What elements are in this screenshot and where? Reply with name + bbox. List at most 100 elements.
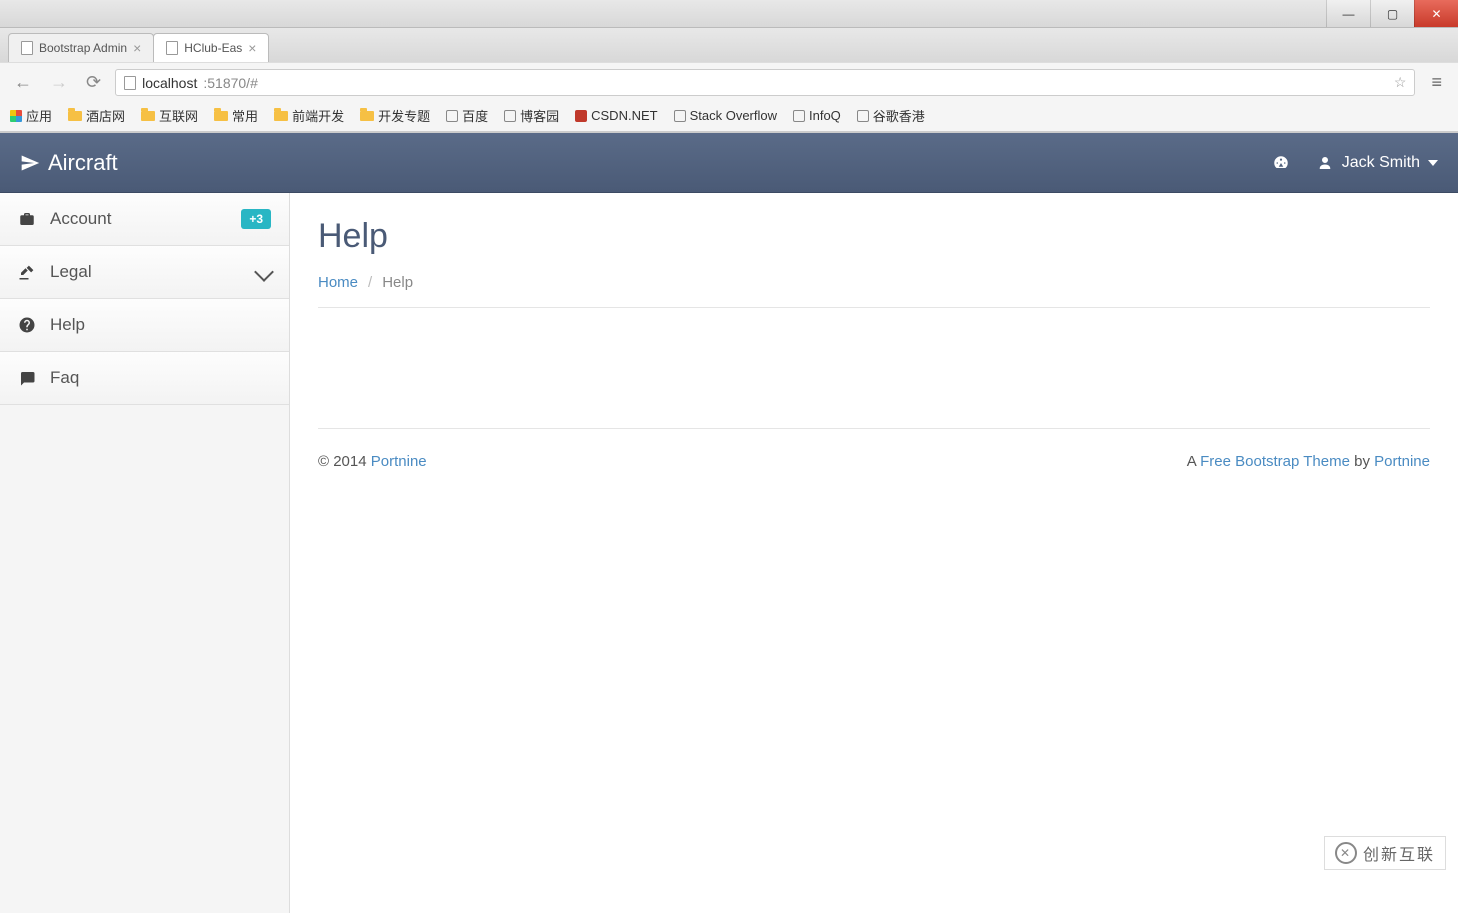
close-icon[interactable]: × (248, 40, 256, 56)
bookmark-label: 谷歌香港 (873, 106, 925, 125)
navbar-right: Jack Smith (1272, 154, 1438, 172)
window-controls: — ▢ ✕ (0, 0, 1458, 28)
window-close-button[interactable]: ✕ (1414, 0, 1458, 27)
sidebar-item-account[interactable]: Account +3 (0, 193, 289, 246)
site-icon (674, 110, 686, 122)
browser-tabs: Bootstrap Admin × HClub-Eas × (0, 28, 1458, 62)
bookmark-label: 应用 (26, 106, 52, 125)
url-host: localhost (142, 75, 197, 91)
watermark-logo-icon (1335, 842, 1357, 864)
bookmark-item[interactable]: Stack Overflow (674, 108, 777, 123)
back-button[interactable]: ← (10, 70, 36, 95)
caret-down-icon (1428, 160, 1438, 166)
footer: © 2014 Portnine A Free Bootstrap Theme b… (318, 428, 1430, 470)
folder-icon (68, 111, 82, 121)
address-row: ← → ⟳ localhost :51870/# ☆ ≡ (0, 62, 1458, 102)
close-icon[interactable]: × (133, 40, 141, 56)
bookmark-item[interactable]: 谷歌香港 (857, 106, 925, 125)
bookmark-label: Stack Overflow (690, 108, 777, 123)
site-icon (857, 110, 869, 122)
browser-tab[interactable]: Bootstrap Admin × (8, 33, 154, 62)
window-minimize-button[interactable]: — (1326, 0, 1370, 27)
copyright-text: © 2014 (318, 453, 371, 470)
bookmark-item[interactable]: 博客园 (504, 106, 559, 125)
bookmark-item[interactable]: 互联网 (141, 106, 198, 125)
comment-icon (18, 369, 36, 387)
dashboard-icon (1272, 154, 1290, 172)
folder-icon (360, 111, 374, 121)
paper-plane-icon (20, 153, 40, 173)
breadcrumb: Home / Help (318, 274, 1430, 308)
sidebar-item-help[interactable]: Help (0, 299, 289, 352)
bookmark-label: 开发专题 (378, 106, 430, 125)
window-maximize-button[interactable]: ▢ (1370, 0, 1414, 27)
user-icon (1316, 154, 1334, 172)
bookmark-label: 前端开发 (292, 106, 344, 125)
watermark: 创新互联 (1324, 836, 1446, 870)
user-menu[interactable]: Jack Smith (1316, 154, 1438, 172)
bookmark-item[interactable]: 酒店网 (68, 106, 125, 125)
address-bar[interactable]: localhost :51870/# ☆ (115, 69, 1415, 96)
site-icon (504, 110, 516, 122)
bookmark-label: 酒店网 (86, 106, 125, 125)
dashboard-icon-button[interactable] (1272, 154, 1290, 172)
page-title: Help (318, 217, 1430, 256)
bookmark-item[interactable]: 前端开发 (274, 106, 344, 125)
sidebar-item-label: Help (50, 315, 85, 335)
bookmark-item[interactable]: 百度 (446, 106, 488, 125)
bookmark-label: InfoQ (809, 108, 841, 123)
folder-icon (214, 111, 228, 121)
bookmark-label: CSDN.NET (591, 108, 657, 123)
chevron-down-icon (254, 262, 274, 282)
bookmark-item[interactable]: 开发专题 (360, 106, 430, 125)
bookmark-star-icon[interactable]: ☆ (1394, 74, 1407, 91)
brand[interactable]: Aircraft (20, 150, 118, 176)
page-icon (124, 76, 136, 90)
browser-menu-button[interactable]: ≡ (1425, 70, 1448, 95)
browser-tab[interactable]: HClub-Eas × (153, 33, 269, 62)
site-icon (446, 110, 458, 122)
page-icon (21, 41, 33, 55)
app-body: Account +3 Legal Help Faq Help Home / He… (0, 193, 1458, 913)
footer-theme-link[interactable]: Free Bootstrap Theme (1200, 453, 1350, 470)
sidebar-item-faq[interactable]: Faq (0, 352, 289, 405)
reload-button[interactable]: ⟳ (82, 70, 105, 95)
footer-portnine-link[interactable]: Portnine (371, 453, 427, 470)
bookmark-item[interactable]: 常用 (214, 106, 258, 125)
footer-left: © 2014 Portnine (318, 453, 427, 470)
briefcase-icon (18, 210, 36, 228)
watermark-text: 创新互联 (1363, 841, 1435, 865)
bookmark-item[interactable]: 应用 (10, 106, 52, 125)
sidebar-badge: +3 (241, 209, 271, 229)
folder-icon (141, 111, 155, 121)
bookmark-label: 互联网 (159, 106, 198, 125)
breadcrumb-home[interactable]: Home (318, 274, 358, 291)
bookmark-label: 常用 (232, 106, 258, 125)
app-navbar: Aircraft Jack Smith (0, 133, 1458, 193)
sidebar: Account +3 Legal Help Faq (0, 193, 290, 913)
sidebar-item-label: Legal (50, 262, 92, 282)
brand-label: Aircraft (48, 150, 118, 176)
tab-title: HClub-Eas (184, 41, 242, 55)
sidebar-item-legal[interactable]: Legal (0, 246, 289, 299)
bookmark-item[interactable]: InfoQ (793, 108, 841, 123)
gavel-icon (18, 263, 36, 281)
apps-icon (10, 110, 22, 122)
site-icon (575, 110, 587, 122)
url-path: :51870/# (203, 75, 258, 91)
footer-text: A (1187, 453, 1200, 470)
folder-icon (274, 111, 288, 121)
sidebar-item-label: Account (50, 209, 111, 229)
footer-right: A Free Bootstrap Theme by Portnine (1187, 453, 1430, 470)
forward-button[interactable]: → (46, 70, 72, 95)
browser-chrome: — ▢ ✕ Bootstrap Admin × HClub-Eas × ← → … (0, 0, 1458, 133)
site-icon (793, 110, 805, 122)
bookmark-label: 百度 (462, 106, 488, 125)
breadcrumb-separator: / (368, 274, 372, 291)
bookmarks-bar: 应用 酒店网 互联网 常用 前端开发 开发专题 百度 博客园 CSDN.NET … (0, 102, 1458, 132)
main-content: Help Home / Help © 2014 Portnine A Free … (290, 193, 1458, 913)
footer-by-link[interactable]: Portnine (1374, 453, 1430, 470)
breadcrumb-current: Help (382, 274, 413, 291)
bookmark-item[interactable]: CSDN.NET (575, 108, 657, 123)
page-icon (166, 41, 178, 55)
